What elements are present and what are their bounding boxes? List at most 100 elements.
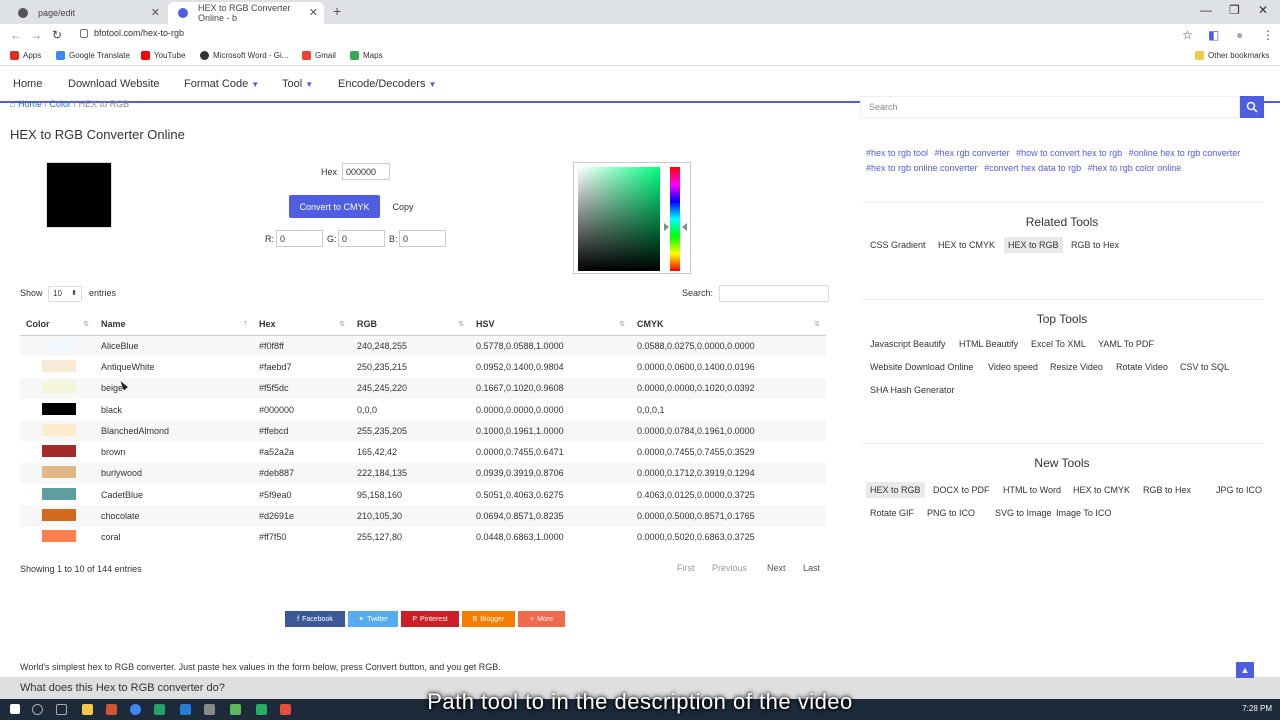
tag-link[interactable]: #online hex to rgb converter [1129,148,1241,158]
cmyk-cell: 0.0000,0.0784,0.1961,0.0000 [631,420,826,442]
bookmark-apps[interactable]: Apps [10,51,41,60]
new-tool[interactable]: PNG to ICO [927,505,975,521]
share-blogger[interactable]: B Blogger [462,611,515,627]
col-hsv[interactable]: HSV ⇅ [470,314,631,336]
nav-download-website[interactable]: Download Website [68,78,160,90]
bookmark-word[interactable]: Microsoft Word - Gi... [200,51,288,60]
top-tool[interactable]: Video speed [988,359,1038,375]
forward-icon[interactable]: → [30,28,42,42]
share-facebook[interactable]: f Facebook [285,611,345,627]
page-next[interactable]: Next [761,561,792,575]
back-icon[interactable]: ← [10,28,22,42]
share-twitter[interactable]: ✦ Twitter [348,611,398,627]
top-tool[interactable]: Excel To XML [1031,336,1086,352]
scroll-top-icon[interactable]: ▲ [1236,662,1254,678]
tag-link[interactable]: #hex rgb converter [935,148,1010,158]
hsv-cell: 0.0952,0.1400,0.9804 [476,361,564,372]
copy-button[interactable]: Copy [386,195,420,218]
new-tool[interactable]: SVG to Image [995,505,1052,521]
close-window-icon[interactable]: ✕ [1258,3,1268,17]
menu-icon[interactable]: ⋮ [1262,28,1274,42]
star-icon[interactable]: ☆ [1182,28,1193,42]
col-name[interactable]: Name ↑ [95,314,253,336]
other-bookmarks[interactable]: Other bookmarks [1195,51,1269,60]
col-color[interactable]: Color ⇅ [20,314,95,336]
convert-button[interactable]: Convert to CMYK [289,195,380,218]
nav-home[interactable]: Home [13,78,42,90]
share-pinterest[interactable]: P Pinterest [401,611,459,627]
minimize-icon[interactable]: — [1200,3,1212,17]
home-icon: ⌂ [10,99,16,109]
nav-format-code[interactable]: Format Code ▼ [184,78,259,90]
extension-icon[interactable]: ◧ [1208,28,1219,42]
related-tool[interactable]: RGB to Hex [1071,237,1119,253]
reload-icon[interactable]: ↻ [52,28,62,42]
breadcrumb-color[interactable]: Color [50,99,72,109]
hex-cell: #d2691e [253,505,351,527]
address-bar[interactable]: bfotool.com/hex-to-rgb [80,28,1180,43]
new-tool[interactable]: RGB to Hex [1143,482,1191,498]
new-tool[interactable]: JPG to ICO [1216,482,1262,498]
close-tab-icon[interactable]: ✕ [309,6,318,19]
new-tool[interactable]: HEX to CMYK [1073,482,1130,498]
top-tool[interactable]: Resize Video [1050,359,1103,375]
color-swatch [42,445,76,458]
r-input[interactable] [276,230,323,247]
related-tool[interactable]: CSS Gradient [870,237,926,253]
new-tool[interactable]: HTML to Word [1003,482,1061,498]
search-button[interactable] [1240,96,1264,118]
col-hex[interactable]: Hex ⇅ [253,314,351,336]
hsv-cell: 0.0000,0.0000,0.0000 [476,404,564,415]
g-input[interactable] [338,230,385,247]
page-first[interactable]: First [671,561,701,575]
share-more[interactable]: + More [518,611,565,627]
close-tab-icon[interactable]: ✕ [151,6,160,19]
new-tool[interactable]: Image To ICO [1056,505,1111,521]
top-tool[interactable]: Javascript Beautify [870,336,946,352]
page-previous[interactable]: Previous [706,561,753,575]
browser-tab-1[interactable]: page/edit ✕ [8,2,166,24]
top-tool[interactable]: HTML Beautify [959,336,1018,352]
entries-select[interactable]: 10 ⬍ [48,286,82,302]
search-icon [1246,101,1258,113]
top-tool[interactable]: Rotate Video [1116,359,1168,375]
maximize-icon[interactable]: ❐ [1229,3,1240,17]
new-tool[interactable]: Rotate GIF [870,505,914,521]
tag-link[interactable]: #convert hex data to rgb [984,163,1081,173]
nav-encode-decoders[interactable]: Encode/Decoders ▼ [338,78,436,90]
saturation-value-area[interactable] [578,167,660,271]
col-cmyk[interactable]: CMYK ⇅ [631,314,826,336]
b-input[interactable] [399,230,446,247]
tag-link[interactable]: #hex to rgb color online [1088,163,1182,173]
top-tool[interactable]: Website Download Online [870,359,973,375]
maps-icon [350,51,359,60]
nav-tool[interactable]: Tool ▼ [282,78,313,90]
new-tab-icon[interactable]: + [333,3,341,19]
new-tool[interactable]: HEX to RGB [866,482,925,498]
bookmark-maps[interactable]: Maps [350,51,383,60]
breadcrumb-home[interactable]: Home [18,99,42,109]
bookmarks-bar: Apps Google Translate YouTube Microsoft … [0,46,1280,66]
top-tool[interactable]: CSV to SQL [1180,359,1229,375]
table-search-input[interactable] [719,285,829,302]
related-tool[interactable]: HEX to RGB [1004,237,1063,253]
top-tool[interactable]: YAML To PDF [1098,336,1154,352]
bookmark-gmail[interactable]: Gmail [302,51,336,60]
hex-input[interactable] [342,163,390,180]
tag-link[interactable]: #how to convert hex to rgb [1016,148,1122,158]
col-rgb[interactable]: RGB ⇅ [351,314,470,336]
site-search-input[interactable]: Search [860,96,1240,118]
profile-icon[interactable]: ● [1236,28,1243,42]
new-tool[interactable]: DOCX to PDF [933,482,990,498]
tag-link[interactable]: #hex to rgb tool [866,148,928,158]
related-tool[interactable]: HEX to CMYK [938,237,995,253]
hue-slider[interactable] [670,167,680,271]
bookmark-youtube[interactable]: YouTube [141,51,185,60]
color-picker[interactable] [573,162,691,274]
top-tool[interactable]: SHA Hash Generator [870,382,955,398]
browser-tab-2[interactable]: HEX to RGB Converter Online - b ✕ [168,2,324,24]
page-last[interactable]: Last [797,561,826,575]
bookmark-google-translate[interactable]: Google Translate [56,51,130,60]
table-row: coral #ff7f50 255,127,80 0.0448,0.6863,1.00… [20,527,826,548]
tag-link[interactable]: #hex to rgb online converter [866,163,978,173]
